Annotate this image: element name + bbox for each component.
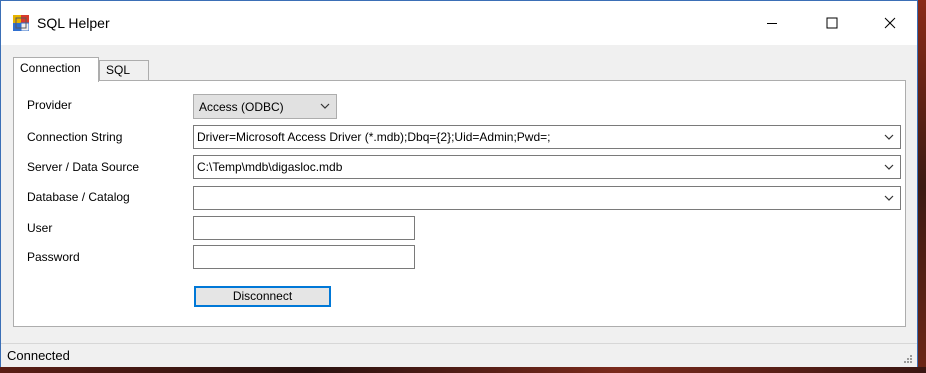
close-icon [884, 17, 896, 29]
user-label: User [27, 221, 53, 235]
tab-sql[interactable]: SQL [99, 60, 149, 80]
user-field[interactable] [193, 216, 415, 240]
title-bar[interactable]: SQL Helper [1, 1, 917, 45]
server-label: Server / Data Source [27, 160, 140, 174]
provider-label: Provider [27, 98, 72, 112]
resize-grip-icon[interactable] [903, 354, 913, 364]
chevron-down-icon[interactable] [884, 195, 894, 201]
window-title: SQL Helper [37, 15, 110, 31]
connection-string-combo[interactable]: Driver=Microsoft Access Driver (*.mdb);D… [193, 125, 901, 149]
app-window: SQL Helper Connection SQL Provider Conne… [0, 0, 918, 367]
minimize-icon [767, 23, 777, 24]
connection-string-label: Connection String [27, 130, 123, 144]
app-icon [13, 15, 30, 32]
status-bar: Connected [1, 343, 917, 367]
disconnect-button[interactable]: Disconnect [194, 286, 331, 307]
maximize-icon [826, 17, 838, 29]
provider-value: Access (ODBC) [199, 100, 284, 114]
chevron-down-icon[interactable] [884, 164, 894, 170]
database-label: Database / Catalog [27, 190, 130, 204]
status-text: Connected [7, 348, 70, 363]
desktop-background-right [918, 0, 926, 373]
server-combo[interactable]: C:\Temp\mdb\digasloc.mdb [193, 155, 901, 179]
tab-connection[interactable]: Connection [13, 57, 99, 82]
desktop-background-bottom [0, 367, 926, 373]
password-field[interactable] [193, 245, 415, 269]
server-value: C:\Temp\mdb\digasloc.mdb [197, 160, 343, 174]
provider-dropdown[interactable]: Access (ODBC) [193, 94, 337, 119]
password-label: Password [27, 250, 80, 264]
connection-string-value: Driver=Microsoft Access Driver (*.mdb);D… [197, 130, 551, 144]
maximize-button[interactable] [809, 1, 855, 45]
chevron-down-icon[interactable] [884, 134, 894, 140]
minimize-button[interactable] [749, 1, 795, 45]
database-combo[interactable] [193, 186, 901, 210]
close-button[interactable] [867, 1, 913, 45]
chevron-down-icon [320, 103, 330, 109]
